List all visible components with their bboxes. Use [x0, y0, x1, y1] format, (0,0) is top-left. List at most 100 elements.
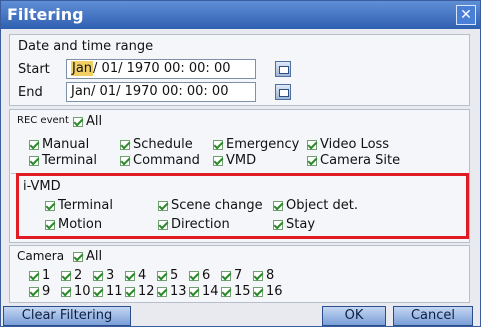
camera-15[interactable]: 15	[221, 284, 251, 299]
camera-5[interactable]: 5	[157, 268, 178, 283]
start-field[interactable]: Jan/ 01/ 1970 00: 00: 00	[66, 59, 256, 79]
checkbox-label: 13	[170, 284, 187, 299]
camera-3[interactable]: 3	[93, 268, 114, 283]
ivmd-scene-change[interactable]: Scene change	[158, 198, 263, 213]
checkbox-label: 8	[266, 268, 275, 283]
title-bar: Filtering ✕	[1, 1, 480, 29]
rec-event-label: REC event	[17, 115, 69, 126]
camera-11[interactable]: 11	[93, 284, 123, 299]
checkbox-label: Terminal	[42, 153, 97, 168]
clear-filtering-button[interactable]: Clear Filtering	[3, 306, 131, 326]
ivmd-label: i-VMD	[23, 179, 61, 194]
check-icon	[125, 286, 135, 297]
check-icon	[221, 286, 231, 297]
rec-event-schedule[interactable]: Schedule	[120, 137, 193, 152]
start-label: Start	[18, 62, 50, 77]
check-icon	[29, 155, 39, 166]
rec-event-terminal[interactable]: Terminal	[29, 153, 97, 168]
rec-event-vmd[interactable]: VMD	[213, 153, 256, 168]
checkbox-label: Motion	[58, 217, 103, 232]
check-icon	[61, 270, 71, 281]
rec-event-all-checkbox[interactable]: All	[73, 114, 102, 129]
ivmd-terminal[interactable]: Terminal	[45, 198, 113, 213]
camera-1[interactable]: 1	[29, 268, 50, 283]
check-icon	[93, 270, 103, 281]
rec-event-video-loss[interactable]: Video Loss	[307, 137, 389, 152]
ivmd-stay[interactable]: Stay	[273, 217, 315, 232]
checkbox-label: Terminal	[58, 198, 113, 213]
ivmd-direction[interactable]: Direction	[158, 217, 230, 232]
end-field[interactable]: Jan/ 01/ 1970 00: 00: 00	[66, 82, 256, 102]
check-icon	[29, 286, 39, 297]
check-icon	[221, 270, 231, 281]
close-button[interactable]: ✕	[456, 5, 476, 25]
check-icon	[29, 270, 39, 281]
check-icon	[125, 270, 135, 281]
check-icon	[213, 155, 223, 166]
checkbox-label: 6	[202, 268, 211, 283]
camera-9[interactable]: 9	[29, 284, 50, 299]
start-month-selected[interactable]: Jan	[71, 61, 94, 76]
check-icon	[45, 200, 55, 211]
dialog-title: Filtering	[7, 5, 84, 24]
check-icon	[120, 155, 130, 166]
rec-event-emergency[interactable]: Emergency	[213, 137, 299, 152]
cancel-button[interactable]: Cancel	[393, 306, 473, 326]
checkbox-label: 5	[170, 268, 179, 283]
check-icon	[273, 219, 283, 230]
checkbox-label: Stay	[286, 217, 316, 232]
check-icon	[93, 286, 103, 297]
checkbox-label: 2	[74, 268, 83, 283]
checkbox-label: Direction	[171, 217, 230, 232]
ivmd-motion[interactable]: Motion	[45, 217, 102, 232]
check-icon	[253, 270, 263, 281]
camera-7[interactable]: 7	[221, 268, 242, 283]
end-calendar-button[interactable]	[275, 84, 291, 100]
camera-4[interactable]: 4	[125, 268, 146, 283]
rec-event-manual[interactable]: Manual	[29, 137, 89, 152]
checkbox-label: Scene change	[171, 198, 263, 213]
rec-event-command[interactable]: Command	[120, 153, 200, 168]
camera-6[interactable]: 6	[189, 268, 210, 283]
check-icon	[157, 286, 167, 297]
check-icon	[157, 270, 167, 281]
camera-all-checkbox[interactable]: All	[73, 249, 102, 264]
checkbox-label: Command	[133, 153, 200, 168]
filtering-dialog: Filtering ✕ Date and time range Start Ja…	[0, 0, 481, 327]
camera-all-label: All	[86, 249, 103, 264]
check-icon	[158, 219, 168, 230]
checkbox-label: 4	[138, 268, 147, 283]
check-icon	[189, 286, 199, 297]
checkbox-label: VMD	[226, 153, 257, 168]
rec-event-camera-site[interactable]: Camera Site	[307, 153, 400, 168]
camera-label: Camera	[17, 249, 65, 263]
checkbox-label: Schedule	[133, 137, 193, 152]
checkbox-label: 7	[234, 268, 243, 283]
camera-2[interactable]: 2	[61, 268, 82, 283]
camera-10[interactable]: 10	[61, 284, 91, 299]
check-icon	[158, 200, 168, 211]
checkbox-label: 15	[234, 284, 251, 299]
camera-13[interactable]: 13	[157, 284, 187, 299]
camera-14[interactable]: 14	[189, 284, 219, 299]
checkbox-label: Emergency	[226, 137, 300, 152]
checkbox-label: 1	[42, 268, 51, 283]
camera-16[interactable]: 16	[253, 284, 283, 299]
start-date-rest: / 01/ 1970 00: 00: 00	[93, 61, 231, 76]
check-icon	[29, 139, 39, 150]
checkbox-label: Video Loss	[320, 137, 390, 152]
ivmd-object-det[interactable]: Object det.	[273, 198, 358, 213]
check-icon	[253, 286, 263, 297]
check-icon	[73, 251, 83, 262]
date-range-heading: Date and time range	[18, 39, 154, 54]
start-calendar-button[interactable]	[275, 61, 291, 77]
ok-button[interactable]: OK	[322, 306, 386, 326]
checkbox-label: 11	[106, 284, 123, 299]
checkbox-label: 16	[266, 284, 283, 299]
checkbox-label: 12	[138, 284, 155, 299]
camera-8[interactable]: 8	[253, 268, 274, 283]
checkbox-label: 3	[106, 268, 115, 283]
check-icon	[73, 116, 83, 127]
checkbox-label: 10	[74, 284, 91, 299]
camera-12[interactable]: 12	[125, 284, 155, 299]
